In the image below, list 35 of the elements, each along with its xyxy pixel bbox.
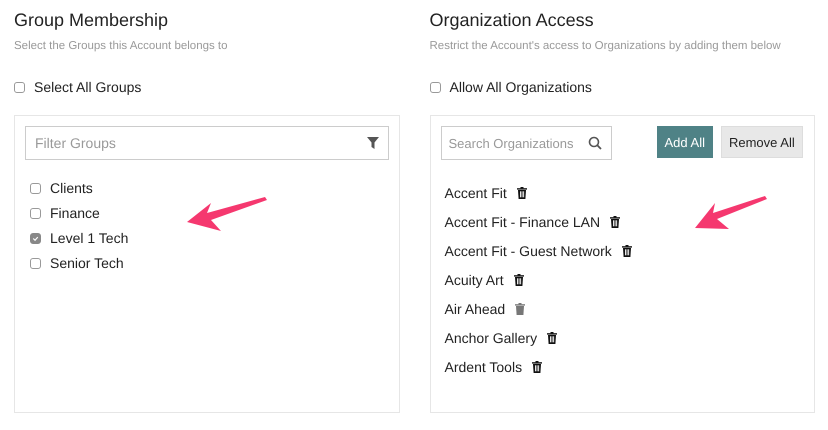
filter-field[interactable]: Filter Groups xyxy=(25,126,388,160)
organization-name: Acuity Art xyxy=(444,272,504,288)
checkbox-label: Clients xyxy=(50,180,93,196)
section-title: Organization Access xyxy=(430,9,595,31)
add-all-button[interactable]: Add All xyxy=(656,126,713,158)
organization-name: Accent Fit xyxy=(444,184,507,200)
search-icon[interactable] xyxy=(588,136,602,150)
search-field[interactable]: Search Organizations xyxy=(440,126,612,160)
section-description: Select the Groups this Account belongs to xyxy=(14,40,229,52)
organization-name: Accent Fit - Finance LAN xyxy=(444,214,600,230)
trash-icon[interactable] xyxy=(532,360,542,372)
checkbox[interactable] xyxy=(430,82,440,92)
checkbox[interactable] xyxy=(14,82,25,92)
trash-icon[interactable] xyxy=(547,332,558,344)
checkbox-label: Senior Tech xyxy=(50,255,124,271)
organization-name: Accent Fit - Guest Network xyxy=(444,242,612,258)
organization-name: Air Ahead xyxy=(444,300,506,316)
trash-icon[interactable] xyxy=(610,216,620,228)
remove-all-button[interactable]: Remove All xyxy=(720,126,803,158)
organization-name: Anchor Gallery xyxy=(444,330,538,346)
checkbox[interactable] xyxy=(30,258,41,268)
checkbox[interactable] xyxy=(30,182,41,194)
organization-name: Ardent Tools xyxy=(444,358,522,374)
section-title: Group Membership xyxy=(14,9,170,31)
checkbox[interactable] xyxy=(30,208,41,218)
checkbox[interactable] xyxy=(30,232,41,244)
checkbox-label: Level 1 Tech xyxy=(50,230,128,246)
trash-icon[interactable] xyxy=(516,186,527,198)
section-description: Restrict the Account's access to Organizations by adding them below xyxy=(430,40,782,52)
checkbox-label: Finance xyxy=(50,205,100,221)
checkbox-label: Allow All Organizations xyxy=(450,79,592,95)
trash-icon[interactable] xyxy=(622,244,632,256)
checkbox-label: Select All Groups xyxy=(34,79,142,95)
filter-icon[interactable] xyxy=(366,137,378,149)
trash-icon[interactable] xyxy=(514,274,524,286)
